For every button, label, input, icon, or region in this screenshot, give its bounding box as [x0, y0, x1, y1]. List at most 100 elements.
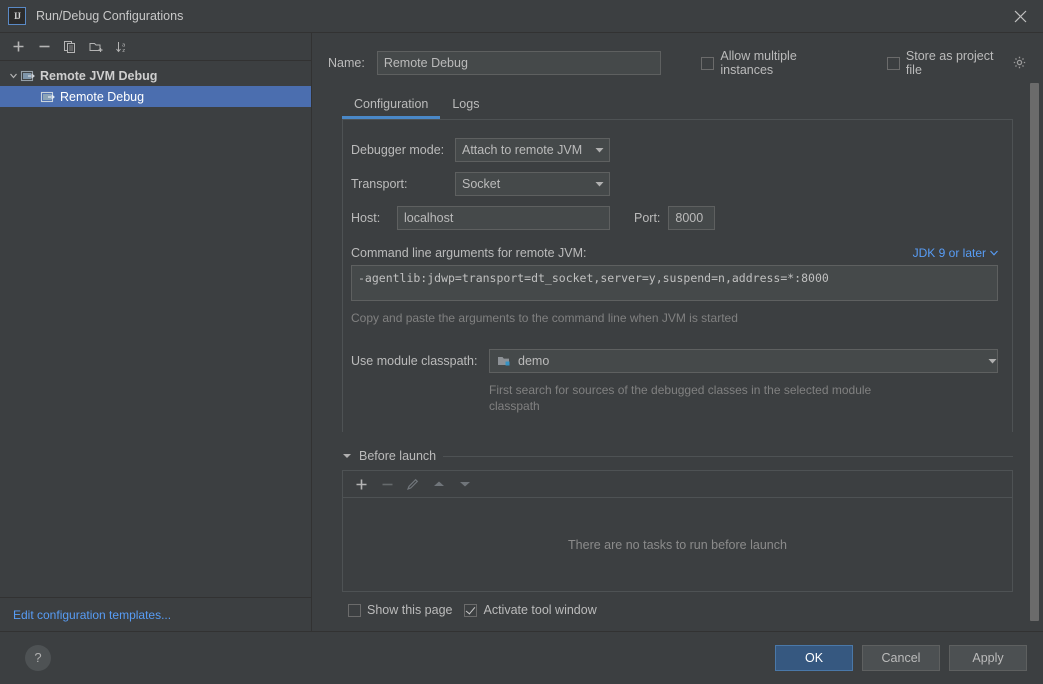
command-line-hint: Copy and paste the arguments to the comm…: [351, 311, 738, 325]
help-button[interactable]: ?: [25, 644, 51, 671]
chevron-down-icon[interactable]: [988, 358, 997, 365]
jdk-version-selector[interactable]: JDK 9 or later: [913, 246, 998, 260]
allow-multiple-instances-label: Allow multiple instances: [720, 49, 797, 77]
ok-label: OK: [804, 650, 824, 665]
edit-configuration-templates-link[interactable]: Edit configuration templates...: [13, 608, 171, 622]
debugger-mode-value: Attach to remote JVM: [462, 143, 583, 157]
host-label: Host:: [351, 211, 381, 225]
add-task-button[interactable]: [349, 473, 373, 495]
cancel-button[interactable]: Cancel: [862, 644, 940, 671]
cancel-label: Cancel: [881, 650, 921, 665]
tree-item-label: Remote JVM Debug: [40, 68, 158, 83]
edit-task-button: [401, 473, 425, 495]
module-classpath-row: Use module classpath: demo: [343, 349, 1012, 373]
sort-alphabetically-button[interactable]: a z: [110, 36, 134, 58]
tab-label: Logs: [452, 97, 480, 111]
debugger-mode-row: Debugger mode: Attach to remote JVM: [343, 138, 1012, 162]
app-logo-icon: IJ: [8, 7, 26, 25]
command-line-label-row: Command line arguments for remote JVM: J…: [343, 246, 1012, 260]
configuration-editor-panel: Name: Allow multiple instances Store as …: [312, 33, 1043, 631]
before-launch-empty-text: There are no tasks to run before launch: [568, 537, 787, 552]
tab-configuration[interactable]: Configuration: [342, 89, 441, 119]
transport-label: Transport:: [351, 177, 408, 191]
port-input[interactable]: [668, 206, 716, 230]
command-line-label: Command line arguments for remote JVM:: [351, 246, 587, 260]
copy-configuration-button[interactable]: [58, 36, 82, 58]
debugger-mode-label: Debugger mode:: [351, 143, 445, 157]
module-classpath-select[interactable]: demo: [489, 349, 998, 373]
before-launch-header[interactable]: Before launch: [342, 449, 1013, 463]
vertical-scrollbar[interactable]: [1030, 83, 1039, 621]
activate-tool-window-checkbox[interactable]: Activate tool window: [464, 603, 597, 617]
window-title: Run/Debug Configurations: [36, 9, 184, 23]
module-classpath-hint: First search for sources of the debugged…: [489, 383, 872, 413]
store-as-project-file-checkbox[interactable]: Store as project file: [886, 49, 1027, 77]
checkbox-box[interactable]: [348, 603, 361, 617]
chevron-down-icon[interactable]: [342, 452, 352, 460]
name-input[interactable]: [376, 51, 662, 75]
store-as-project-file-label: Store as project file: [905, 49, 994, 77]
transport-select[interactable]: Socket: [455, 172, 610, 196]
apply-label: Apply: [972, 650, 1004, 665]
show-this-page-checkbox[interactable]: Show this page: [348, 603, 452, 617]
name-row: Name: Allow multiple instances Store as …: [312, 33, 1043, 79]
host-input[interactable]: [397, 206, 610, 230]
tab-logs[interactable]: Logs: [440, 89, 491, 119]
before-launch-toolbar: [343, 471, 1012, 498]
close-icon[interactable]: [997, 0, 1043, 33]
before-launch-title: Before launch: [359, 449, 437, 463]
chevron-down-icon: [990, 250, 998, 256]
activate-tool-window-label: Activate tool window: [483, 603, 597, 617]
add-configuration-button[interactable]: [6, 36, 30, 58]
help-label: ?: [34, 650, 42, 665]
remove-configuration-button[interactable]: [32, 36, 56, 58]
sidebar-footer: Edit configuration templates...: [0, 597, 311, 631]
chevron-down-icon[interactable]: [589, 147, 609, 154]
module-classpath-value: demo: [518, 354, 550, 368]
create-folder-button[interactable]: [84, 36, 108, 58]
footer-buttons: OK Cancel Apply: [775, 644, 1027, 671]
chevron-down-icon[interactable]: [589, 181, 609, 188]
before-launch-tasks-panel: There are no tasks to run before launch: [342, 470, 1013, 592]
configurations-sidebar: a z Remote JVM Debug Remote Debug Edit c…: [0, 33, 312, 631]
tree-item-remote-debug[interactable]: Remote Debug: [0, 86, 311, 107]
scrollbar-thumb[interactable]: [1030, 83, 1039, 621]
port-label: Port:: [634, 211, 661, 225]
remove-task-button: [375, 473, 399, 495]
show-this-page-label: Show this page: [367, 603, 453, 617]
debugger-mode-select[interactable]: Attach to remote JVM: [455, 138, 610, 162]
allow-multiple-instances-checkbox[interactable]: Allow multiple instances: [701, 49, 847, 77]
module-icon: [497, 354, 512, 368]
tree-item-label: Remote Debug: [60, 89, 145, 104]
transport-value: Socket: [462, 177, 501, 191]
move-task-down-button: [453, 473, 477, 495]
configuration-form: Debugger mode: Attach to remote JVM Tran…: [342, 119, 1013, 432]
name-label: Name:: [328, 56, 365, 70]
remote-debug-icon: [40, 89, 56, 105]
gear-icon[interactable]: [1013, 56, 1027, 70]
remote-debug-icon: [20, 68, 36, 84]
move-task-up-button: [427, 473, 451, 495]
checkbox-box[interactable]: [701, 56, 715, 70]
dialog-footer: ? OK Cancel Apply: [0, 631, 1043, 683]
launch-options-row: Show this page Activate tool window: [342, 603, 1013, 617]
apply-button[interactable]: Apply: [949, 644, 1027, 671]
transport-row: Transport: Socket: [343, 172, 1012, 196]
jdk-version-label: JDK 9 or later: [912, 246, 986, 260]
svg-text:z: z: [122, 48, 125, 54]
section-divider: [443, 455, 1013, 457]
checkbox-box[interactable]: [886, 56, 900, 70]
checkbox-box[interactable]: [464, 603, 478, 617]
host-port-row: Host: Port:: [343, 206, 1012, 230]
tab-label: Configuration: [354, 97, 429, 111]
title-bar: IJ Run/Debug Configurations: [0, 0, 1043, 33]
editor-tabs[interactable]: Configuration Logs: [312, 89, 1043, 119]
command-line-arguments-field[interactable]: -agentlib:jdwp=transport=dt_socket,serve…: [351, 265, 998, 301]
chevron-down-icon[interactable]: [6, 69, 20, 83]
ok-button[interactable]: OK: [775, 644, 853, 671]
configurations-tree[interactable]: Remote JVM Debug Remote Debug: [0, 61, 311, 597]
module-classpath-label: Use module classpath:: [351, 354, 478, 368]
tree-item-remote-jvm-debug[interactable]: Remote JVM Debug: [0, 65, 311, 86]
sidebar-toolbar: a z: [0, 33, 311, 61]
dialog-body: a z Remote JVM Debug Remote Debug Edit c…: [0, 33, 1043, 631]
